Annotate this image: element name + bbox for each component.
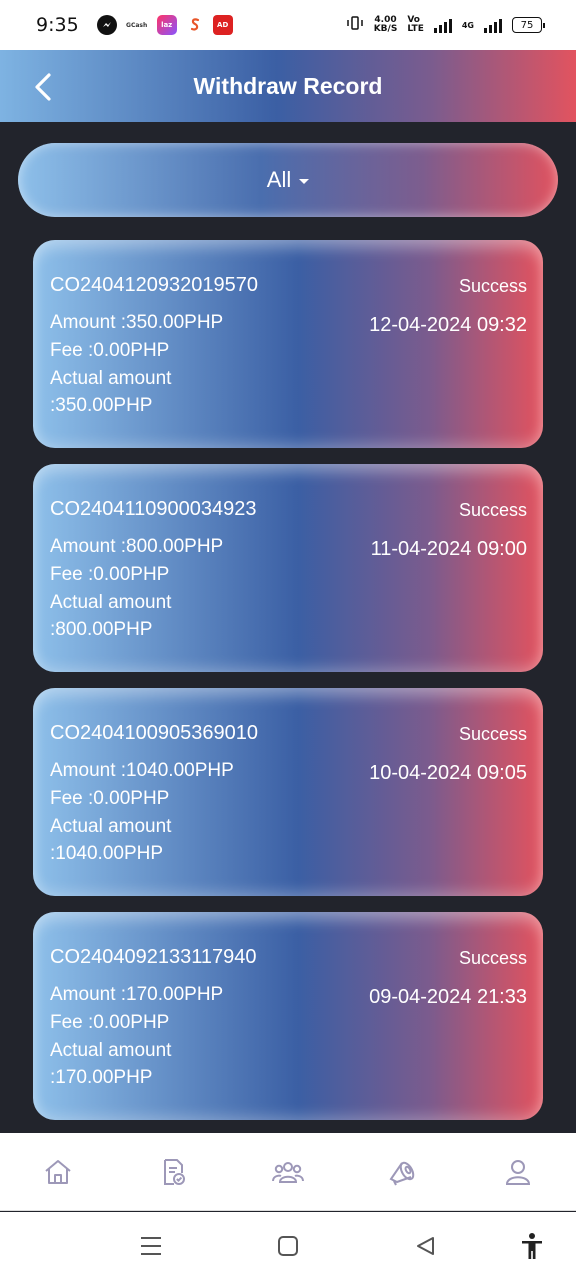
volte-indicator: Vo LTE — [407, 15, 424, 34]
record-fee: Fee :0.00PHP — [50, 340, 170, 361]
record-amount: Amount :1040.00PHP — [50, 760, 234, 781]
page-title: Withdraw Record — [193, 72, 383, 99]
record-actual-value: :800.00PHP — [50, 619, 153, 640]
home-system-button[interactable] — [274, 1232, 302, 1260]
chevron-left-icon — [35, 73, 51, 101]
record-card[interactable]: CO2404092133117940 Success Amount :170.0… — [33, 912, 543, 1120]
promotion-icon — [389, 1161, 415, 1185]
accessibility-icon — [522, 1233, 542, 1259]
status-bar: 9:35 GCash laz AD 4.00 KB/S Vo LTE 4G 75 — [0, 0, 576, 50]
record-amount: Amount :350.00PHP — [50, 312, 224, 333]
record-fee: Fee :0.00PHP — [50, 1012, 170, 1033]
record-actual-label: Actual amount — [50, 368, 172, 389]
accessibility-button[interactable] — [518, 1232, 546, 1260]
record-actual-value: :350.00PHP — [50, 395, 153, 416]
back-triangle-icon — [417, 1237, 434, 1255]
record-date: 10-04-2024 09:05 — [369, 762, 527, 784]
home-square-icon — [278, 1236, 298, 1256]
lazada-icon: laz — [156, 15, 177, 35]
record-id: CO2404120932019570 — [50, 274, 258, 296]
profile-icon — [506, 1159, 531, 1185]
signal-icon-2 — [484, 17, 502, 33]
record-status: Success — [458, 500, 527, 520]
withdraw-record-list: CO2404120932019570 Success Amount :350.0… — [33, 240, 543, 1136]
record-id: CO2404100905369010 — [50, 722, 258, 744]
bottom-nav — [0, 1133, 576, 1211]
record-status: Success — [458, 948, 527, 968]
record-actual-value: :170.00PHP — [50, 1067, 153, 1088]
record-actual-value: :1040.00PHP — [50, 843, 164, 864]
notification-icons: GCash laz AD — [96, 15, 233, 35]
record-id: CO2404092133117940 — [50, 946, 257, 968]
gcash-icon: GCash — [126, 21, 148, 29]
record-date: 09-04-2024 21:33 — [369, 986, 527, 1008]
record-date: 11-04-2024 09:00 — [370, 538, 527, 560]
nav-profile[interactable] — [498, 1152, 538, 1192]
record-status: Success — [458, 724, 527, 744]
network-type: 4G — [461, 20, 474, 30]
record-actual-label: Actual amount — [50, 816, 172, 837]
record-actual-label: Actual amount — [50, 592, 172, 613]
battery-icon: 75 — [512, 17, 545, 33]
back-button[interactable] — [26, 70, 60, 104]
messenger-icon — [96, 15, 117, 35]
system-nav-bar — [0, 1212, 576, 1280]
menu-icon — [141, 1237, 161, 1255]
record-card[interactable]: CO2404100905369010 Success Amount :1040.… — [33, 688, 543, 896]
team-icon — [271, 1161, 304, 1183]
record-status: Success — [458, 276, 527, 296]
status-filter-dropdown[interactable]: All — [18, 143, 558, 217]
status-time: 9:35 — [36, 14, 79, 36]
nav-promotion[interactable] — [383, 1152, 423, 1192]
record-fee: Fee :0.00PHP — [50, 564, 170, 585]
signal-icon — [433, 17, 452, 33]
nav-home[interactable] — [38, 1152, 78, 1192]
record-fee: Fee :0.00PHP — [50, 788, 170, 809]
vibrate-icon — [346, 15, 364, 35]
record-id: CO2404110900034923 — [50, 498, 257, 520]
caret-down-icon — [299, 178, 310, 184]
network-speed: 4.00 KB/S — [373, 15, 398, 34]
shopee-icon — [185, 15, 205, 35]
record-date: 12-04-2024 09:32 — [369, 314, 527, 336]
recent-apps-button[interactable] — [137, 1232, 165, 1260]
system-status: 4.00 KB/S Vo LTE 4G 75 — [346, 15, 545, 35]
nav-team[interactable] — [268, 1152, 308, 1192]
records-icon — [163, 1158, 185, 1185]
app-header: Withdraw Record — [0, 50, 576, 122]
record-amount: Amount :800.00PHP — [50, 536, 224, 557]
ad-icon: AD — [212, 15, 233, 35]
record-card[interactable]: CO2404110900034923 Success Amount :800.0… — [33, 464, 543, 672]
home-icon — [44, 1159, 71, 1184]
record-actual-label: Actual amount — [50, 1040, 172, 1061]
filter-selected-label: All — [266, 167, 292, 192]
record-card[interactable]: CO2404120932019570 Success Amount :350.0… — [33, 240, 543, 448]
back-system-button[interactable] — [411, 1232, 439, 1260]
record-amount: Amount :170.00PHP — [50, 984, 224, 1005]
nav-records[interactable] — [153, 1152, 193, 1192]
